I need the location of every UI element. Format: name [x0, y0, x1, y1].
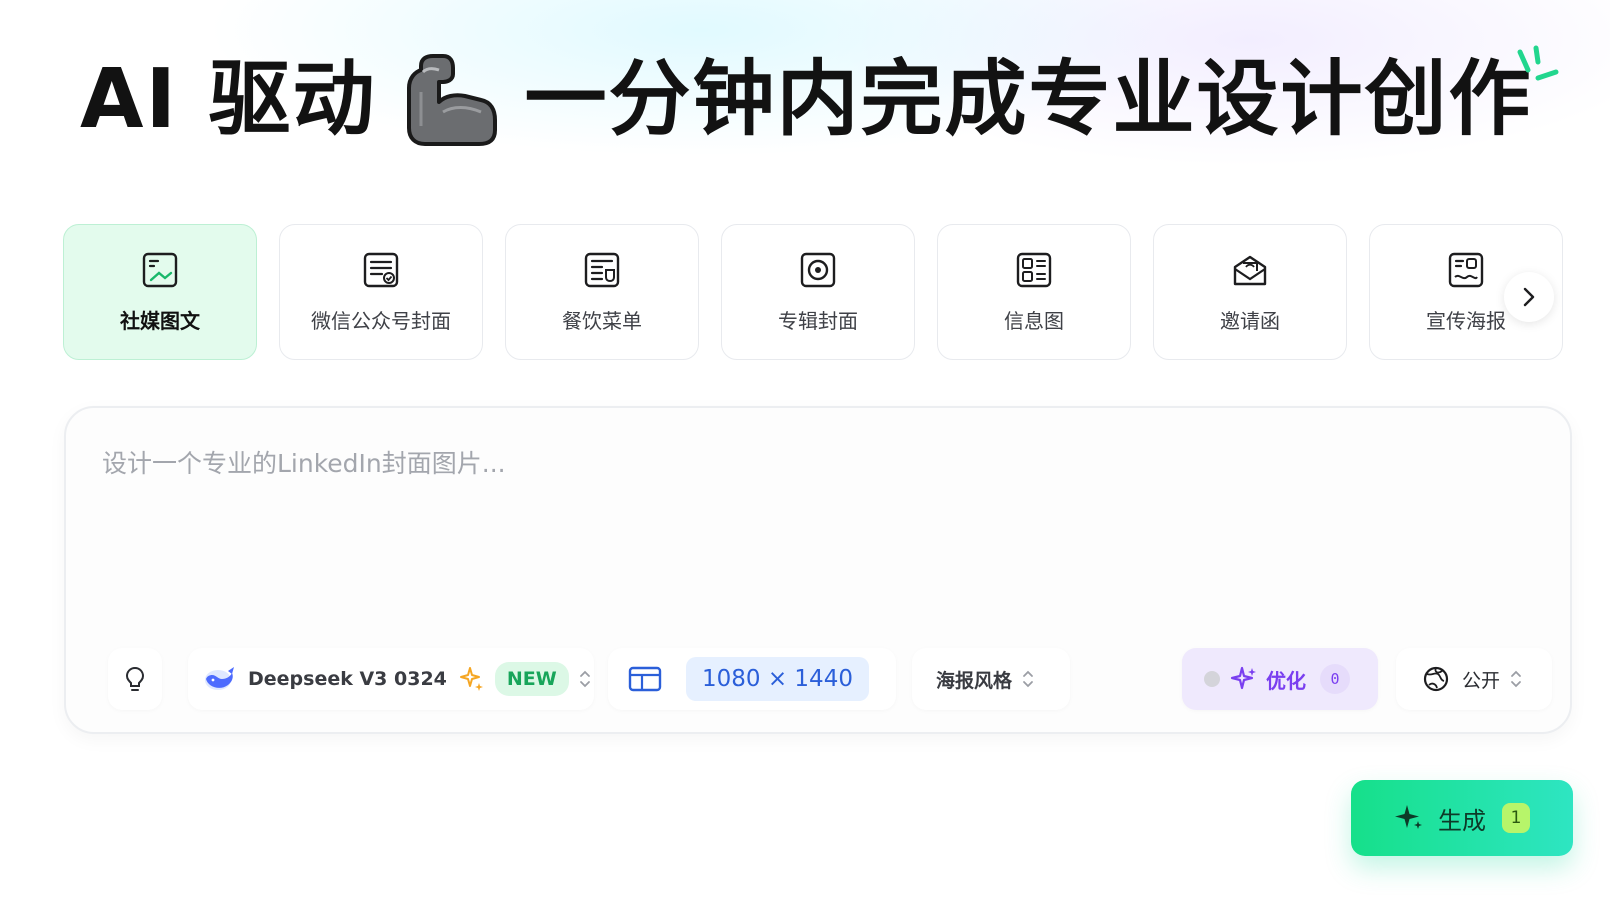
visibility-label: 公开: [1462, 669, 1501, 692]
style-label: 海报风格: [936, 669, 1013, 692]
category-list: 社媒图文 微信公众号封面 餐饮菜单 专辑封面 信息图 邀请函 宣传海报: [63, 224, 1569, 364]
category-card-menu[interactable]: 餐饮菜单: [505, 224, 699, 360]
prompt-input[interactable]: [100, 442, 1524, 596]
lightbulb-icon: [125, 666, 145, 691]
sparkle-decoration-icon: [1517, 45, 1559, 81]
model-selector[interactable]: Deepseek V3 0324 NEW: [188, 648, 594, 710]
sparkle-icon: [1395, 805, 1422, 829]
model-name: Deepseek V3 0324: [248, 668, 447, 690]
style-selector[interactable]: 海报风格: [912, 648, 1070, 710]
magic-sparkle-icon: [1230, 666, 1256, 690]
chevron-right-icon: [1523, 287, 1535, 307]
category-card-infographic[interactable]: 信息图: [937, 224, 1131, 360]
page: AI 驱动 一分钟内完成专业设计创作 社媒图文 微信公众号封面 餐饮菜单 专辑封…: [0, 0, 1610, 903]
layout-size-icon: [628, 666, 662, 692]
chevron-updown-icon: [1023, 670, 1033, 688]
category-card-wechat-cover[interactable]: 微信公众号封面: [279, 224, 483, 360]
generate-label: 生成: [1438, 806, 1486, 835]
category-next-button[interactable]: [1504, 272, 1554, 322]
size-selector[interactable]: 1080 × 1440: [608, 648, 896, 710]
hero-title-right: 一分钟内完成专业设计创作: [524, 52, 1533, 147]
category-label: 专辑封面: [778, 309, 858, 333]
toggle-dot: [1204, 671, 1220, 687]
prompt-toolbar: Deepseek V3 0324 NEW 1080 × 1440 海报风格 优化…: [92, 648, 1552, 710]
wechat-cover-icon: [363, 252, 399, 288]
category-card-invitation[interactable]: 邀请函: [1153, 224, 1347, 360]
hero-title-left: AI 驱动: [80, 52, 377, 147]
infographic-icon: [1016, 252, 1052, 288]
optimize-label: 优化: [1266, 668, 1306, 693]
category-label: 社媒图文: [120, 309, 200, 333]
album-cover-icon: [800, 252, 836, 288]
category-label: 宣传海报: [1426, 309, 1506, 333]
flexed-arm-icon: [406, 54, 497, 146]
generate-button[interactable]: 生成 1: [1351, 780, 1573, 856]
category-label: 餐饮菜单: [562, 309, 642, 333]
idea-button[interactable]: [108, 648, 162, 710]
category-label: 微信公众号封面: [311, 309, 451, 333]
poster-icon: [1448, 252, 1484, 288]
chevron-updown-icon: [579, 670, 590, 688]
hero-title: AI 驱动 一分钟内完成专业设计创作: [80, 44, 1533, 156]
optimize-count: 0: [1320, 664, 1350, 694]
optimize-toggle[interactable]: 优化 0: [1182, 648, 1378, 710]
generate-count: 1: [1502, 803, 1530, 833]
deepseek-whale-icon: [205, 667, 234, 690]
prompt-box: Deepseek V3 0324 NEW 1080 × 1440 海报风格: [64, 406, 1572, 734]
social-post-icon: [142, 252, 178, 288]
chevron-updown-icon: [1511, 670, 1521, 688]
category-card-social-post[interactable]: 社媒图文: [63, 224, 257, 360]
category-card-album-cover[interactable]: 专辑封面: [721, 224, 915, 360]
new-badge: NEW: [494, 662, 569, 696]
visibility-selector[interactable]: 公开: [1396, 648, 1552, 710]
category-label: 信息图: [1004, 309, 1064, 333]
invitation-icon: [1233, 255, 1267, 286]
size-value: 1080 × 1440: [686, 657, 869, 701]
menu-icon: [584, 252, 620, 288]
globe-icon: [1423, 666, 1449, 692]
sparkle-icon: [459, 667, 483, 691]
category-label: 邀请函: [1220, 309, 1280, 333]
